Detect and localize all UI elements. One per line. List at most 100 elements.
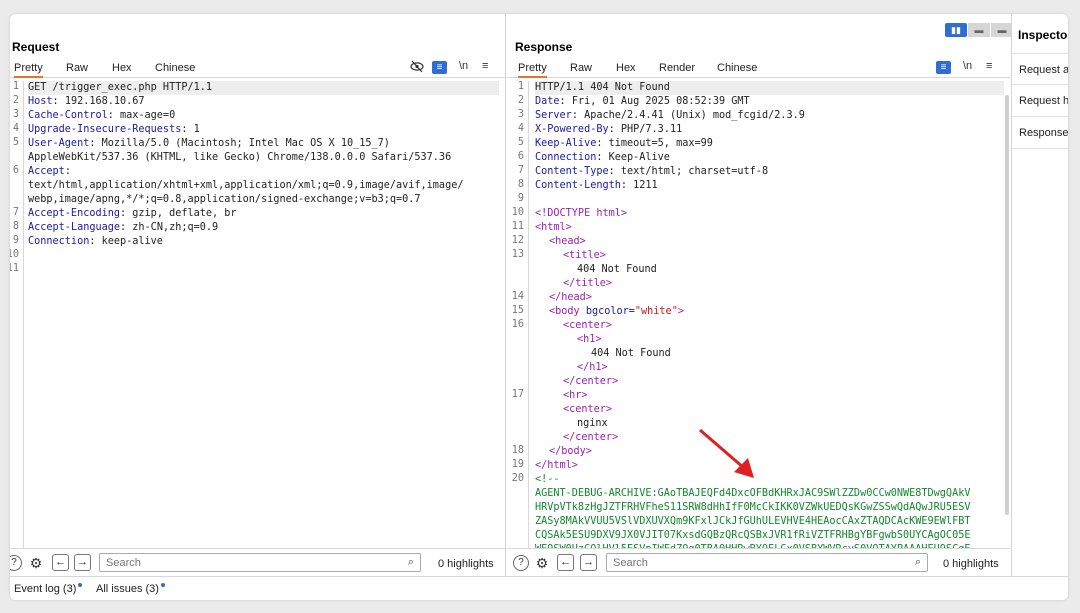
line-text: GET /trigger_exec.php HTTP/1.1 bbox=[28, 82, 213, 93]
request-tab-hex[interactable]: Hex bbox=[112, 62, 132, 74]
line-text: text/html,application/xhtml+xml,applicat… bbox=[28, 180, 464, 191]
request-editor[interactable]: 1 2 3 4 5 6 7 8 9 10 11 GET /trigger_exec.php HTTP… bbox=[10, 81, 505, 548]
response-line: 404 Not Found bbox=[535, 347, 1004, 361]
word-wrap-icon[interactable]: ≡ bbox=[936, 61, 951, 74]
line-number: 2 bbox=[517, 95, 524, 106]
line-number: 1 bbox=[12, 81, 19, 92]
previous-match-button[interactable]: ← bbox=[52, 554, 69, 571]
response-line: Content-Type: text/html; charset=utf-8 bbox=[535, 165, 1004, 179]
layout-single-button[interactable]: ▬ bbox=[991, 23, 1013, 37]
response-line: CQSAk5ESU9DXV9JX0VJIT07KxsdGQBzQRcQSBxJV… bbox=[535, 529, 1004, 543]
response-line bbox=[535, 193, 1004, 207]
request-title: Request bbox=[12, 40, 60, 54]
line-number: 11 bbox=[511, 221, 524, 232]
h1-close-tag: </h1> bbox=[577, 362, 608, 373]
line-text: : keep-alive bbox=[89, 236, 163, 247]
response-line: <!DOCTYPE html> bbox=[535, 207, 1004, 221]
notification-dot bbox=[160, 583, 165, 587]
header-key: Host bbox=[28, 96, 53, 107]
header-key: X-Powered-By bbox=[535, 124, 609, 135]
request-tab-pretty[interactable]: Pretty bbox=[14, 62, 43, 78]
layout-toggle: ▮▮ ▬ ▬ bbox=[944, 23, 1013, 37]
response-search-field[interactable]: ⌕ bbox=[606, 553, 928, 572]
line-number: 13 bbox=[511, 249, 524, 260]
line-number: 15 bbox=[511, 305, 524, 316]
newline-toggle[interactable]: \n bbox=[459, 60, 468, 72]
comment-open: <!-- bbox=[535, 474, 560, 485]
response-tab-hex[interactable]: Hex bbox=[616, 62, 636, 74]
search-icon: ⌕ bbox=[914, 556, 921, 568]
request-search-input[interactable] bbox=[100, 554, 420, 571]
body-close-tag: </body> bbox=[549, 446, 592, 457]
response-tab-render[interactable]: Render bbox=[659, 62, 695, 74]
layout-side-by-side-button[interactable]: ▮▮ bbox=[945, 23, 967, 37]
request-tab-raw[interactable]: Raw bbox=[66, 62, 88, 74]
h1-tag: <h1> bbox=[577, 334, 602, 345]
line-number: 7 bbox=[517, 165, 524, 176]
response-line: ZASy8MAkVVUU5VSlVDXUVXQm9KFxlJCkJfGUhULE… bbox=[535, 515, 1004, 529]
request-line: Accept: bbox=[28, 165, 499, 179]
help-icon[interactable]: ? bbox=[513, 555, 529, 571]
settings-gear-icon[interactable]: ⚙ bbox=[534, 555, 550, 571]
line-number: 8 bbox=[12, 221, 19, 232]
response-line: HTTP/1.1 404 Not Found bbox=[535, 81, 1004, 95]
title-text: 404 Not Found bbox=[577, 264, 657, 275]
response-search-input[interactable] bbox=[607, 554, 927, 571]
line-number: 19 bbox=[511, 459, 524, 470]
html-close-tag: </html> bbox=[535, 460, 578, 471]
inspector-request-attributes[interactable]: Request attributes bbox=[1012, 53, 1068, 85]
all-issues-link[interactable]: All issues (3) bbox=[96, 583, 165, 595]
line-number: 6 bbox=[517, 151, 524, 162]
debug-archive-comment: ZASy8MAkVVUU5VSlVDXUVXQm9KFxlJCkJfGUhULE… bbox=[535, 516, 971, 527]
next-match-button[interactable]: → bbox=[74, 554, 91, 571]
request-line: text/html,application/xhtml+xml,applicat… bbox=[28, 179, 499, 193]
line-number: 6 bbox=[12, 165, 19, 176]
line-text: AppleWebKit/537.36 (KHTML, like Gecko) C… bbox=[28, 152, 452, 163]
help-icon[interactable]: ? bbox=[10, 555, 22, 571]
response-tab-chinese[interactable]: Chinese bbox=[717, 62, 757, 74]
settings-gear-icon[interactable]: ⚙ bbox=[28, 555, 44, 571]
request-line: AppleWebKit/537.36 (KHTML, like Gecko) C… bbox=[28, 151, 499, 165]
header-key: Content-Length bbox=[535, 180, 621, 191]
header-key: Keep-Alive bbox=[535, 138, 597, 149]
response-menu-icon[interactable]: ≡ bbox=[986, 60, 992, 72]
response-line: </center> bbox=[535, 431, 1004, 445]
notification-dot bbox=[78, 583, 83, 587]
response-line: 404 Not Found bbox=[535, 263, 1004, 277]
request-tab-chinese[interactable]: Chinese bbox=[155, 62, 195, 74]
response-scrollbar[interactable] bbox=[1005, 95, 1009, 515]
hr-tag: <hr> bbox=[563, 390, 588, 401]
response-line: <title> bbox=[535, 249, 1004, 263]
request-line: Cache-Control: max-age=0 bbox=[28, 109, 499, 123]
request-line: webp,image/apng,*/*;q=0.8,application/si… bbox=[28, 193, 499, 207]
all-issues-label: All issues (3) bbox=[96, 583, 159, 595]
inspector-response-headers[interactable]: Response headers bbox=[1012, 117, 1068, 149]
line-text: : Apache/2.4.41 (Unix) mod_fcgid/2.3.9 bbox=[571, 110, 805, 121]
response-tab-raw[interactable]: Raw bbox=[570, 62, 592, 74]
word-wrap-icon[interactable]: ≡ bbox=[432, 61, 447, 74]
response-line: </html> bbox=[535, 459, 1004, 473]
event-log-link[interactable]: Event log (3) bbox=[14, 583, 83, 595]
response-search-bar: ? ⚙ ← → ⌕ 0 highlights bbox=[507, 548, 1010, 576]
header-key: Date bbox=[535, 96, 560, 107]
layout-stacked-button[interactable]: ▬ bbox=[968, 23, 990, 37]
response-title: Response bbox=[515, 40, 573, 54]
inspector-request-headers[interactable]: Request headers bbox=[1012, 85, 1068, 117]
response-tab-pretty[interactable]: Pretty bbox=[518, 62, 547, 78]
request-line: Connection: keep-alive bbox=[28, 235, 499, 249]
request-menu-icon[interactable]: ≡ bbox=[482, 60, 488, 72]
previous-match-button[interactable]: ← bbox=[557, 554, 574, 571]
line-number: 18 bbox=[511, 445, 524, 456]
line-number: 16 bbox=[511, 319, 524, 330]
response-line: </center> bbox=[535, 375, 1004, 389]
newline-toggle[interactable]: \n bbox=[963, 60, 972, 72]
app-window: Request Pretty Raw Hex Chinese ≡ \n ≡ 1 2… bbox=[10, 14, 1068, 600]
line-number: 2 bbox=[12, 95, 19, 106]
debug-archive-comment: AGENT-DEBUG-ARCHIVE:GAoTBAJEQFd4DxcOFBdK… bbox=[535, 488, 971, 499]
line-text: : timeout=5, max=99 bbox=[596, 138, 713, 149]
request-search-field[interactable]: ⌕ bbox=[99, 553, 421, 572]
line-text: : text/html; charset=utf-8 bbox=[608, 166, 769, 177]
hide-eye-icon[interactable] bbox=[410, 60, 424, 76]
line-number: 17 bbox=[511, 389, 524, 400]
next-match-button[interactable]: → bbox=[580, 554, 597, 571]
